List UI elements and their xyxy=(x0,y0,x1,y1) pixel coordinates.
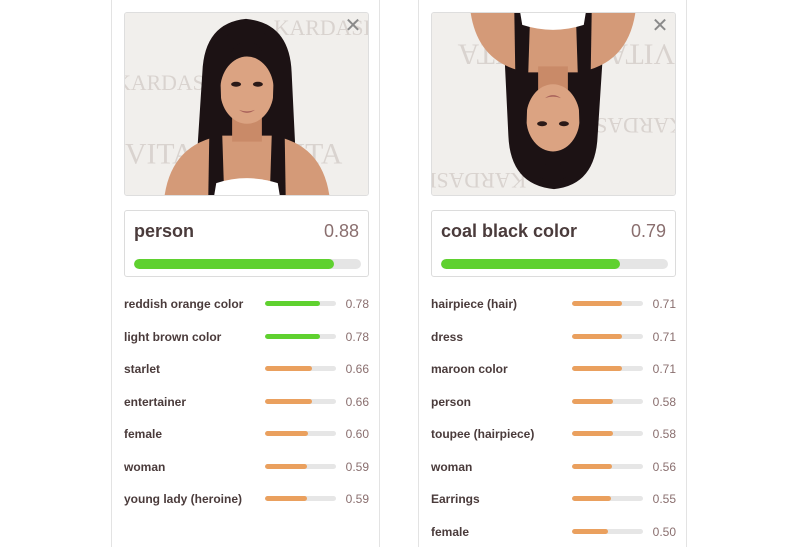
prediction-row: starlet 0.66 xyxy=(124,357,369,390)
prediction-row: reddish orange color 0.78 xyxy=(124,292,369,325)
confidence-bar-fill xyxy=(265,334,320,339)
prediction-row: hairpiece (hair) 0.71 xyxy=(431,292,676,325)
confidence-bar xyxy=(572,334,643,339)
confidence-score: 0.66 xyxy=(346,362,369,376)
prediction-label: female xyxy=(431,525,469,539)
prediction-row: dress 0.71 xyxy=(431,325,676,358)
prediction-label: light brown color xyxy=(124,330,221,344)
top-prediction: coal black color 0.79 xyxy=(431,210,676,277)
confidence-score: 0.58 xyxy=(653,395,676,409)
confidence-score: 0.78 xyxy=(346,330,369,344)
confidence-bar xyxy=(572,301,643,306)
confidence-bar xyxy=(572,431,643,436)
prediction-row: woman 0.56 xyxy=(431,455,676,488)
prediction-row: toupee (hairpiece) 0.58 xyxy=(431,422,676,455)
close-icon[interactable]: ✕ xyxy=(344,17,362,35)
result-card-right: KARDASHIAN VITA VITA KARDASHIAN ✕ c xyxy=(418,0,687,547)
confidence-bar xyxy=(572,366,643,371)
prediction-label: reddish orange color xyxy=(124,297,243,311)
confidence-bar-fill xyxy=(572,464,612,469)
prediction-label: person xyxy=(431,395,471,409)
prediction-row: Earrings 0.55 xyxy=(431,487,676,520)
prediction-row: person 0.58 xyxy=(431,390,676,423)
confidence-score: 0.78 xyxy=(346,297,369,311)
confidence-bar-fill xyxy=(265,399,312,404)
prediction-row: young lady (heroine) 0.59 xyxy=(124,487,369,520)
confidence-bar xyxy=(265,496,336,501)
confidence-bar-fill xyxy=(572,529,608,534)
confidence-bar xyxy=(572,496,643,501)
prediction-row: maroon color 0.71 xyxy=(431,357,676,390)
confidence-bar-fill xyxy=(572,431,613,436)
portrait-image-rotated: KARDASHIAN VITA VITA KARDASHIAN xyxy=(432,13,675,195)
prediction-label: dress xyxy=(431,330,463,344)
confidence-bar-fill xyxy=(265,431,308,436)
confidence-bar xyxy=(572,464,643,469)
confidence-bar xyxy=(265,431,336,436)
prediction-row: female 0.50 xyxy=(431,520,676,552)
close-icon[interactable]: ✕ xyxy=(651,17,669,35)
confidence-bar xyxy=(265,301,336,306)
photo-thumbnail: KARDASHIAN VITA VITA KARDASHIAN ✕ xyxy=(124,12,369,196)
prediction-label: entertainer xyxy=(124,395,186,409)
confidence-bar xyxy=(572,529,643,534)
confidence-bar xyxy=(265,399,336,404)
top-prediction-bar-fill xyxy=(134,259,334,269)
confidence-bar xyxy=(265,366,336,371)
confidence-score: 0.71 xyxy=(653,362,676,376)
photo-thumbnail: KARDASHIAN VITA VITA KARDASHIAN ✕ xyxy=(431,12,676,196)
confidence-score: 0.59 xyxy=(346,492,369,506)
prediction-list: reddish orange color0.78light brown colo… xyxy=(124,292,369,520)
top-prediction-score: 0.88 xyxy=(324,221,359,242)
top-prediction-bar xyxy=(134,259,361,269)
confidence-score: 0.55 xyxy=(653,492,676,506)
confidence-bar-fill xyxy=(572,301,622,306)
backdrop-text: KARDASHIAN xyxy=(432,168,526,192)
prediction-label: woman xyxy=(124,460,165,474)
confidence-score: 0.60 xyxy=(346,427,369,441)
confidence-bar-fill xyxy=(572,334,622,339)
prediction-list: hairpiece (hair)0.71dress0.71maroon colo… xyxy=(431,292,676,552)
confidence-bar xyxy=(265,464,336,469)
prediction-label: toupee (hairpiece) xyxy=(431,427,534,441)
prediction-row: light brown color 0.78 xyxy=(124,325,369,358)
prediction-label: maroon color xyxy=(431,362,508,376)
result-card-left: KARDASHIAN VITA VITA KARDASHIAN ✕ xyxy=(111,0,380,547)
prediction-label: hairpiece (hair) xyxy=(431,297,517,311)
top-prediction-score: 0.79 xyxy=(631,221,666,242)
confidence-bar-fill xyxy=(265,464,307,469)
prediction-label: young lady (heroine) xyxy=(124,492,242,506)
confidence-bar-fill xyxy=(572,366,622,371)
prediction-row: female 0.60 xyxy=(124,422,369,455)
portrait-image: KARDASHIAN VITA VITA KARDASHIAN xyxy=(125,13,368,195)
top-prediction-bar-fill xyxy=(441,259,620,269)
confidence-bar-fill xyxy=(265,366,312,371)
top-prediction-bar xyxy=(441,259,668,269)
prediction-row: woman 0.59 xyxy=(124,455,369,488)
top-prediction: person 0.88 xyxy=(124,210,369,277)
confidence-bar-fill xyxy=(265,496,307,501)
confidence-bar-fill xyxy=(265,301,320,306)
prediction-row: entertainer 0.66 xyxy=(124,390,369,423)
prediction-label: female xyxy=(124,427,162,441)
confidence-bar xyxy=(265,334,336,339)
confidence-score: 0.56 xyxy=(653,460,676,474)
confidence-score: 0.71 xyxy=(653,330,676,344)
confidence-score: 0.71 xyxy=(653,297,676,311)
prediction-label: starlet xyxy=(124,362,160,376)
top-prediction-label: person xyxy=(134,221,194,242)
confidence-score: 0.50 xyxy=(653,525,676,539)
prediction-label: woman xyxy=(431,460,472,474)
confidence-score: 0.66 xyxy=(346,395,369,409)
top-prediction-label: coal black color xyxy=(441,221,577,242)
confidence-bar xyxy=(572,399,643,404)
confidence-score: 0.59 xyxy=(346,460,369,474)
confidence-score: 0.58 xyxy=(653,427,676,441)
prediction-label: Earrings xyxy=(431,492,480,506)
confidence-bar-fill xyxy=(572,496,611,501)
confidence-bar-fill xyxy=(572,399,613,404)
